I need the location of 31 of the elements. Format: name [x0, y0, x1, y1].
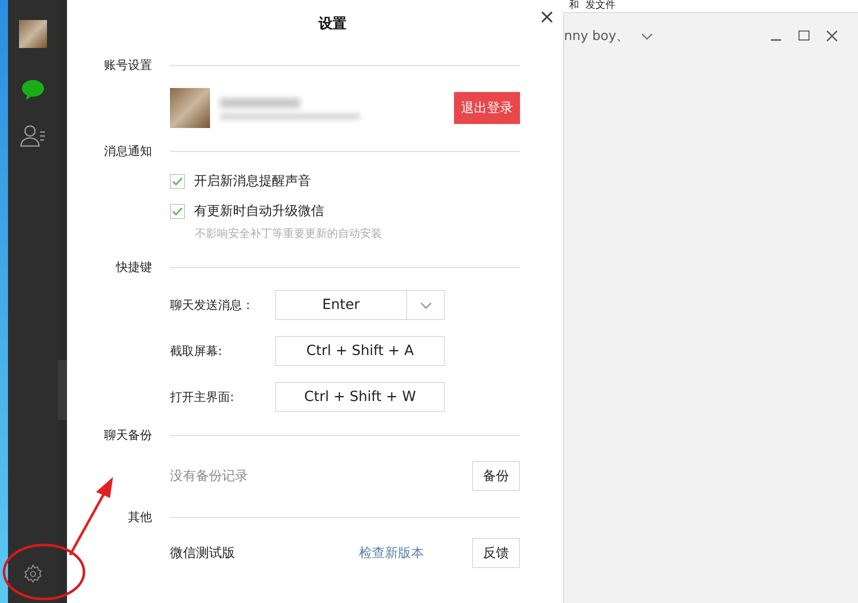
dialog-title: 设置 — [317, 15, 348, 34]
shortcut-dropdown[interactable]: Enter — [275, 290, 445, 320]
backup-status: 没有备份记录 — [170, 468, 248, 485]
section-label: 快捷键 — [116, 258, 152, 276]
shortcut-label: 打开主界面: — [170, 388, 236, 406]
version-text: 微信测试版 — [170, 545, 235, 562]
hint-text: 不影响安全补丁等重要更新的自动安装 — [194, 226, 383, 242]
section-label: 聊天备份 — [104, 426, 152, 444]
backup-button[interactable]: 备份 — [472, 461, 520, 491]
section-label: 消息通知 — [104, 142, 152, 160]
feedback-button[interactable]: 反馈 — [472, 538, 520, 568]
checkbox-label: 开启新消息提醒声音 — [194, 173, 311, 190]
contacts-icon[interactable] — [20, 124, 46, 148]
shortcut-label: 聊天发送消息： — [170, 296, 255, 314]
shortcut-label: 截取屏幕: — [170, 342, 224, 360]
section-label: 其他 — [128, 508, 152, 526]
logout-button[interactable]: 退出登录 — [454, 92, 520, 124]
checkbox-label: 有更新时自动升级微信 — [194, 203, 324, 220]
profile-photo-placeholder — [170, 88, 210, 128]
chevron-down-icon[interactable] — [641, 32, 654, 40]
contact-name: nny boy、 — [564, 28, 630, 45]
shortcut-field[interactable]: Ctrl + Shift + A — [275, 336, 445, 366]
chat-bubble-icon[interactable] — [20, 78, 46, 102]
checkbox[interactable] — [170, 204, 185, 218]
check-update-link[interactable]: 检查新版本 — [359, 544, 424, 562]
settings-icon[interactable] — [23, 564, 43, 584]
scrollbar-thumb[interactable] — [58, 360, 67, 420]
avatar-photo-placeholder[interactable] — [19, 20, 47, 48]
checkbox[interactable] — [170, 174, 185, 188]
shortcut-field[interactable]: Ctrl + Shift + W — [275, 382, 445, 412]
section-label: 账号设置 — [104, 56, 152, 74]
